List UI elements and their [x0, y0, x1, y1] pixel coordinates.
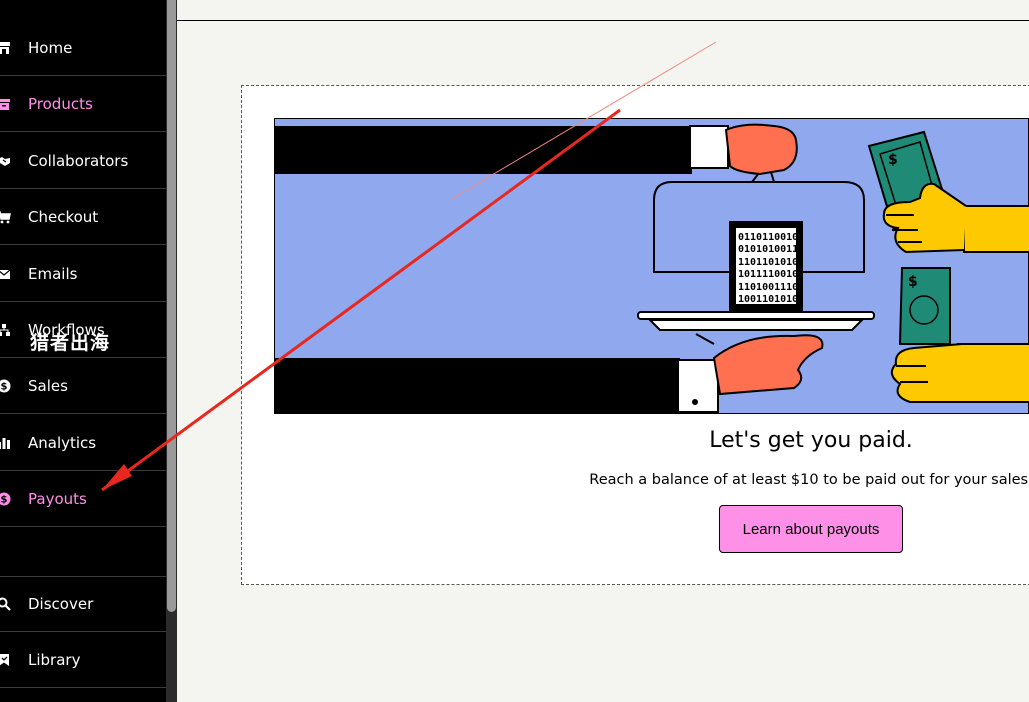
sidebar-item-home[interactable]: Home: [0, 20, 166, 76]
sidebar-item-analytics[interactable]: Analytics: [0, 415, 166, 471]
sidebar-item-sales[interactable]: $ Sales: [0, 358, 166, 414]
sidebar-item-label: Payouts: [28, 489, 87, 508]
svg-text:$: $: [1, 381, 8, 392]
diagram-icon: [0, 323, 11, 337]
bar-chart-icon: [0, 436, 11, 450]
svg-text:1011110010: 1011110010: [738, 269, 798, 280]
svg-text:1101001110: 1101001110: [738, 282, 798, 293]
sidebar-item-collaborators[interactable]: Collaborators: [0, 133, 166, 189]
sidebar-item-label: Discover: [28, 595, 94, 613]
learn-about-payouts-button[interactable]: Learn about payouts: [719, 505, 903, 553]
header-divider: [177, 20, 1029, 21]
sidebar: Home Products Collaborators Checkout Ema…: [0, 0, 166, 702]
sidebar-item-label: Analytics: [28, 433, 97, 452]
sidebar-item-checkout[interactable]: Checkout: [0, 189, 166, 245]
sidebar-item-emails[interactable]: Emails: [0, 246, 166, 302]
dollar-circle-icon: $: [0, 492, 11, 506]
sidebar-item-label: Library: [28, 650, 81, 669]
cart-icon: [0, 210, 11, 224]
scrollbar-thumb[interactable]: [167, 0, 176, 612]
empty-state-description: Reach a balance of at least $10 to be pa…: [589, 472, 1029, 488]
svg-text:0110110010: 0110110010: [738, 232, 798, 243]
handshake-icon: [0, 154, 11, 168]
svg-text:$: $: [1, 494, 8, 505]
sidebar-item-label: Emails: [28, 264, 78, 283]
svg-text:1101101010: 1101101010: [738, 257, 798, 268]
sidebar-item-payouts[interactable]: $ Payouts: [0, 471, 166, 527]
svg-text:$: $: [888, 152, 898, 168]
archive-icon: [0, 97, 11, 111]
watermark: 猎者出海: [30, 332, 111, 354]
store-icon: [0, 41, 11, 55]
sidebar-item-library[interactable]: Library: [0, 632, 166, 688]
svg-text:0101010011: 0101010011: [738, 244, 798, 255]
sidebar-item-label: Home: [28, 38, 73, 57]
dollar-circle-icon: $: [0, 379, 11, 393]
svg-text:1001101010: 1001101010: [738, 294, 798, 305]
svg-text:$: $: [908, 274, 918, 290]
payout-illustration: 0110110010 0101010011 1101101010 1011110…: [274, 118, 1029, 414]
sidebar-item-products[interactable]: Products: [0, 76, 166, 132]
empty-state-headline: Let's get you paid.: [709, 428, 913, 453]
sidebar-item-label: Products: [28, 94, 93, 113]
envelope-icon: [0, 267, 11, 281]
sidebar-item-discover[interactable]: Discover: [0, 576, 166, 632]
sidebar-item-label: Sales: [28, 376, 68, 395]
search-icon: [0, 597, 11, 611]
bookmark-icon: [0, 653, 11, 667]
sidebar-scrollbar[interactable]: [166, 0, 177, 702]
sidebar-item-label: Collaborators: [28, 151, 129, 170]
sidebar-item-label: Checkout: [28, 207, 99, 226]
